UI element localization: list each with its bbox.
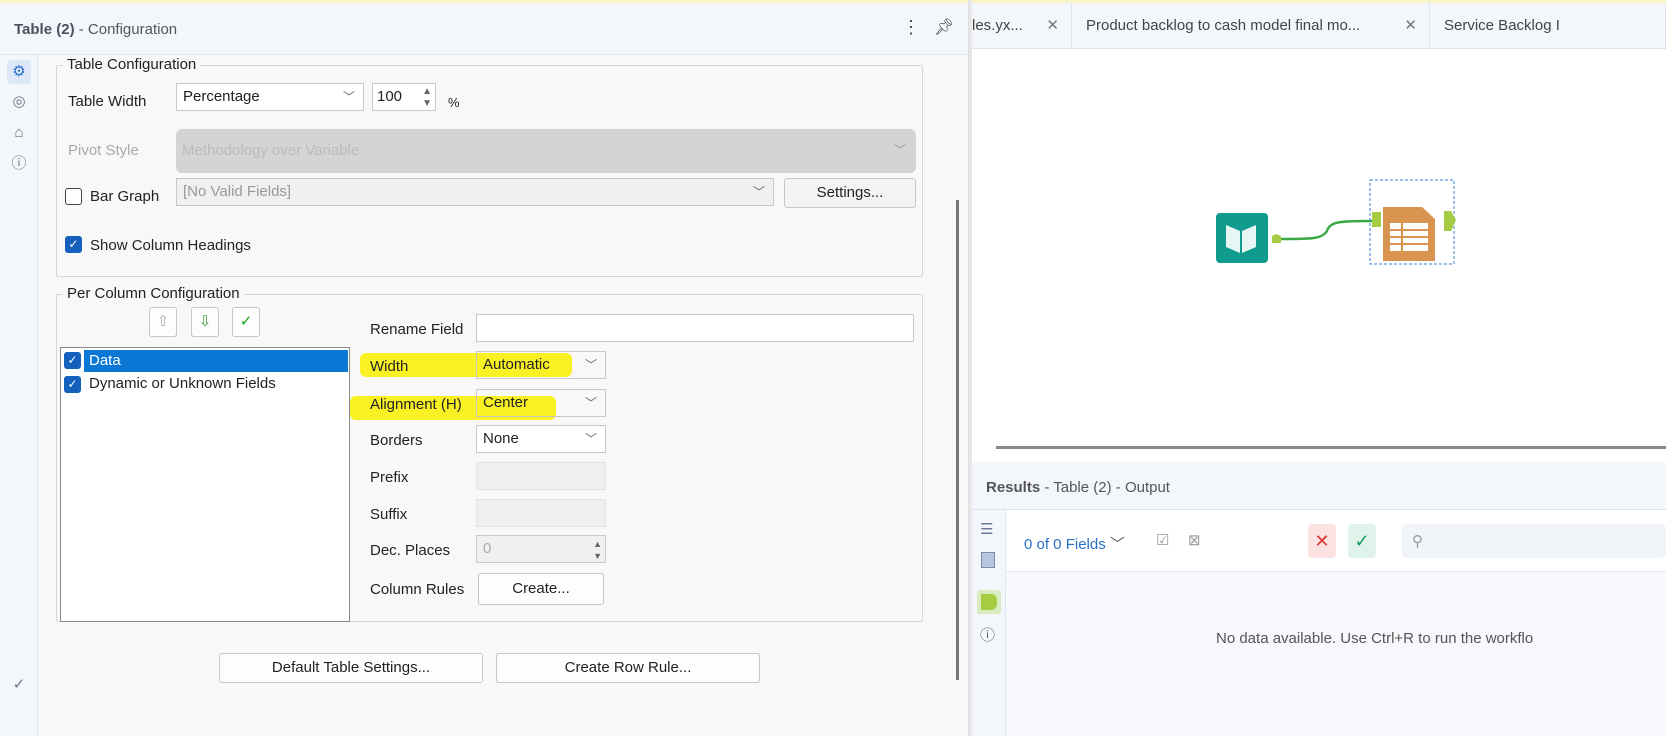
canvas-scrollbar[interactable]	[996, 446, 1666, 449]
borders-select[interactable]: None ﹀	[476, 425, 606, 453]
move-up-button[interactable]: ⇧	[149, 307, 177, 337]
input-tool-icon[interactable]	[1216, 213, 1268, 263]
width-label: Width	[370, 358, 409, 375]
config-title: Table (2) - Configuration	[14, 21, 178, 38]
field-list: ✓ Data ✓ Dynamic or Unknown Fields	[60, 347, 350, 622]
close-icon[interactable]: ✕	[1404, 3, 1417, 49]
workflow-tabs: les.yx... ✕ Product backlog to cash model…	[972, 3, 1666, 49]
move-down-button[interactable]: ⇩	[191, 307, 219, 337]
check-circle-icon[interactable]: ✓	[7, 673, 31, 697]
width-select[interactable]: Automatic ﹀	[476, 351, 606, 379]
tag-icon[interactable]: ⌂	[7, 121, 31, 145]
suffix-input	[476, 499, 606, 527]
table-width-select[interactable]: Percentage ﹀	[176, 83, 364, 111]
pin-icon[interactable]: 📌︎	[934, 17, 954, 37]
dec-places-input: 0 ▲ ▼	[476, 535, 606, 563]
prefix-label: Prefix	[370, 469, 409, 486]
bar-graph-field-select: [No Valid Fields] ﹀	[176, 178, 774, 206]
empty-message: No data available. Use Ctrl+R to run the…	[1216, 630, 1534, 647]
help-icon[interactable]: ⓘ	[7, 152, 31, 176]
gear-icon[interactable]: ⚙	[7, 60, 31, 84]
search-input[interactable]: ⚲	[1402, 524, 1666, 558]
fields-dropdown[interactable]: 0 of 0 Fields ﹀	[1024, 533, 1125, 554]
alignment-select[interactable]: Center ﹀	[476, 389, 606, 417]
suffix-label: Suffix	[370, 506, 408, 523]
create-row-rule-button[interactable]: Create Row Rule...	[496, 653, 760, 683]
config-scrollbar[interactable]	[956, 200, 959, 680]
table-width-label: Table Width	[68, 93, 147, 110]
field-item-dynamic[interactable]: Dynamic or Unknown Fields	[84, 373, 281, 394]
group-label: Table Configuration	[63, 56, 201, 73]
table-width-number[interactable]: 100 ▲ ▼	[372, 83, 436, 111]
default-table-settings-button[interactable]: Default Table Settings...	[219, 653, 483, 683]
bar-graph-checkbox[interactable]	[65, 188, 82, 205]
settings-button[interactable]: Settings...	[784, 178, 916, 208]
deselect-all-icon[interactable]: ⊠	[1188, 531, 1201, 549]
show-headings-checkbox[interactable]: ✓	[65, 236, 82, 253]
config-body: Table Configuration Table Width Percenta…	[38, 55, 968, 736]
metadata-icon[interactable]	[981, 552, 995, 568]
select-all-icon[interactable]: ☑	[1156, 531, 1169, 549]
config-header: Table (2) - Configuration ⋮ 📌︎	[0, 3, 968, 55]
field-checkbox[interactable]: ✓	[64, 352, 81, 369]
results-toolbar: 0 of 0 Fields ﹀ ☑ ⊠ ✕ ✓ ⚲	[1006, 510, 1666, 572]
tab[interactable]: Product backlog to cash model final mo..…	[1072, 3, 1430, 49]
apply-button[interactable]: ✓	[1348, 524, 1376, 558]
percent-label: %	[448, 95, 460, 110]
pivot-style-select: Methodology over Variable ﹀	[176, 129, 916, 173]
connection-line	[1280, 219, 1373, 241]
results-subtitle: - Table (2) - Output	[1044, 479, 1170, 496]
show-headings-label: Show Column Headings	[90, 237, 251, 254]
list-icon[interactable]: ☰	[980, 520, 993, 538]
borders-label: Borders	[370, 432, 423, 449]
output-anchor-icon[interactable]	[977, 590, 1001, 614]
prefix-input	[476, 462, 606, 490]
group-label: Per Column Configuration	[63, 285, 244, 302]
help-icon[interactable]: ⓘ	[980, 624, 995, 645]
dec-places-label: Dec. Places	[370, 542, 451, 559]
rename-label: Rename Field	[370, 321, 464, 338]
tab[interactable]: les.yx... ✕	[972, 3, 1072, 49]
rename-input[interactable]	[476, 314, 914, 342]
table-tool-icon[interactable]	[1383, 207, 1435, 261]
input-anchor-icon	[1372, 212, 1381, 227]
close-icon[interactable]: ✕	[1046, 3, 1059, 49]
field-checkbox[interactable]: ✓	[64, 376, 81, 393]
column-rules-label: Column Rules	[370, 581, 465, 598]
results-header: Results - Table (2) - Output	[972, 462, 1666, 510]
search-icon: ⚲	[1412, 533, 1423, 550]
check-all-button[interactable]: ✓	[232, 307, 260, 337]
tab[interactable]: Service Backlog I	[1430, 3, 1666, 49]
bar-graph-label: Bar Graph	[90, 188, 160, 205]
pivot-style-label: Pivot Style	[68, 142, 139, 159]
create-column-rule-button[interactable]: Create...	[478, 573, 604, 605]
cancel-button[interactable]: ✕	[1308, 524, 1336, 558]
connection-icon[interactable]: ◎	[7, 90, 31, 114]
field-item-data[interactable]: Data	[84, 350, 348, 372]
more-vertical-icon[interactable]: ⋮	[902, 17, 920, 38]
results-rail: ☰ ⓘ	[972, 510, 1006, 736]
workflow-canvas[interactable]	[972, 49, 1666, 441]
alignment-label: Alignment (H)	[370, 396, 462, 413]
config-rail: ⚙ ◎ ⌂ ⓘ ✓	[0, 55, 38, 736]
output-anchor-icon	[1272, 234, 1281, 243]
results-title: Results	[986, 479, 1041, 496]
